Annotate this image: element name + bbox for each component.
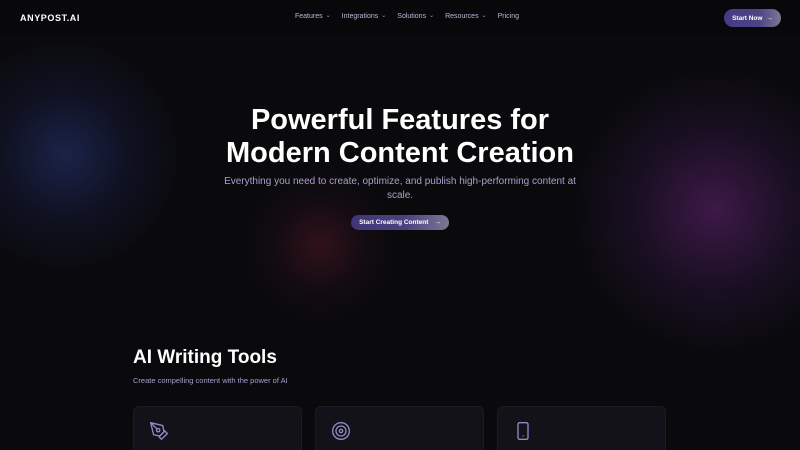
nav-item-label: Solutions	[397, 13, 427, 20]
nav-item-label: Integrations	[341, 13, 379, 20]
main-nav: Features ⌄ Integrations ⌄ Solutions ⌄ Re…	[295, 13, 519, 20]
target-icon	[332, 422, 350, 440]
site-header: ANYPOST.AI Features ⌄ Integrations ⌄ Sol…	[0, 0, 800, 36]
nav-item-label: Pricing	[497, 13, 520, 20]
hero-subtitle: Everything you need to create, optimize,…	[224, 176, 576, 201]
nav-item-features[interactable]: Features ⌄	[295, 13, 331, 20]
section-subtitle: Create compelling content with the power…	[133, 376, 288, 385]
start-creating-content-button[interactable]: Start Creating Content →	[351, 215, 449, 230]
chevron-down-icon: ⌄	[381, 13, 387, 19]
nav-item-label: Features	[295, 13, 323, 20]
hero-title-line-2: Modern Content Creation	[226, 137, 574, 169]
start-now-label: Start Now	[732, 14, 763, 22]
nav-item-solutions[interactable]: Solutions ⌄	[397, 13, 434, 20]
chevron-down-icon: ⌄	[325, 13, 331, 19]
start-now-button[interactable]: Start Now →	[724, 9, 781, 27]
chevron-down-icon: ⌄	[429, 13, 435, 19]
hero-title-line-1: Powerful Features for	[250, 104, 550, 136]
hero-title: Powerful Features for Modern Content Cre…	[0, 104, 800, 170]
section-title: AI Writing Tools	[133, 347, 277, 368]
feature-card[interactable]	[497, 406, 666, 450]
arrow-right-icon: →	[434, 219, 441, 226]
pen-tool-icon	[150, 422, 168, 440]
feature-card[interactable]	[133, 406, 302, 450]
smartphone-icon	[517, 422, 529, 440]
logo[interactable]: ANYPOST.AI	[20, 13, 80, 23]
chevron-down-icon: ⌄	[481, 13, 487, 19]
feature-card[interactable]	[315, 406, 484, 450]
arrow-right-icon: →	[766, 14, 773, 22]
nav-item-pricing[interactable]: Pricing	[498, 13, 519, 20]
nav-item-resources[interactable]: Resources ⌄	[445, 13, 487, 20]
nav-item-integrations[interactable]: Integrations ⌄	[342, 13, 387, 20]
cta-label: Start Creating Content	[359, 219, 429, 226]
page: ANYPOST.AI Features ⌄ Integrations ⌄ Sol…	[0, 0, 800, 450]
nav-item-label: Resources	[445, 13, 479, 20]
